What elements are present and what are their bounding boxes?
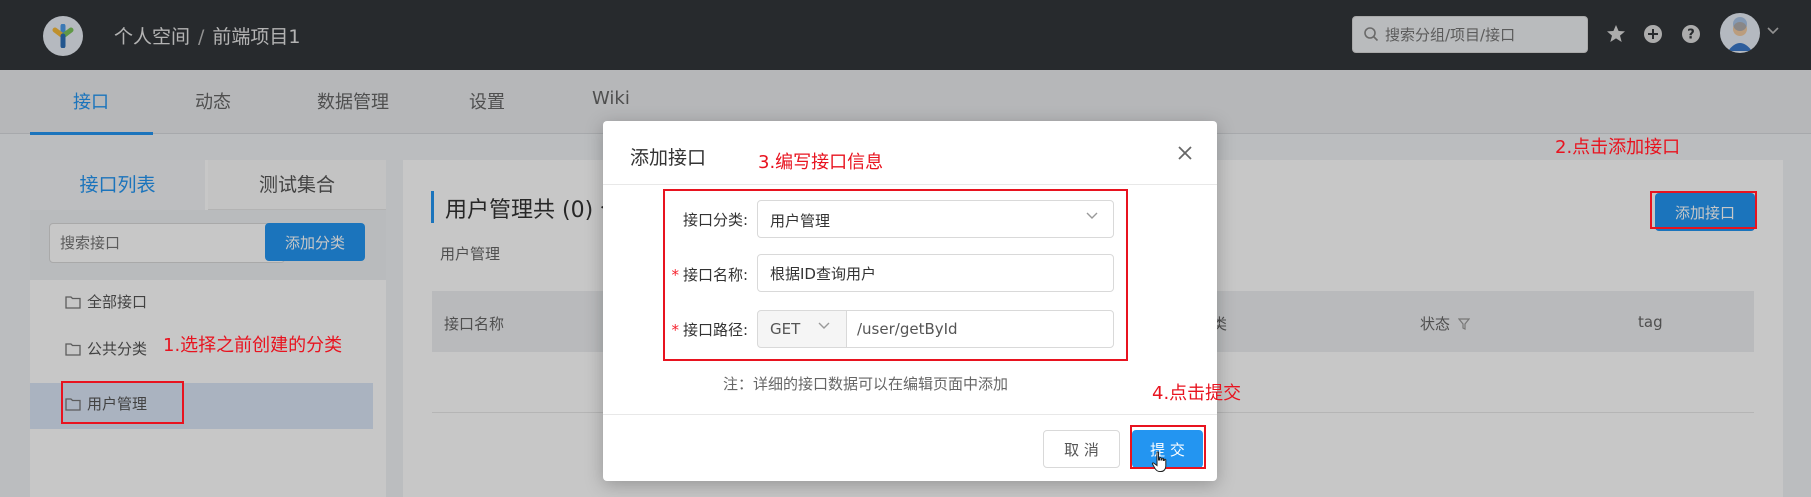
- annotation-step1: 1.选择之前创建的分类: [163, 335, 343, 356]
- annotation-step2: 2.点击添加接口: [1555, 137, 1681, 158]
- cancel-button[interactable]: 取 消: [1043, 430, 1120, 468]
- form-note: 注：详细的接口数据可以在编辑页面中添加: [723, 375, 1009, 393]
- close-icon[interactable]: [1174, 142, 1196, 164]
- modal-header-divider: [603, 184, 1217, 185]
- path-field-label-text: 接口路径:: [682, 321, 748, 339]
- required-mark: *: [671, 266, 679, 284]
- chevron-down-icon: [1086, 212, 1098, 219]
- category-field-label: 接口分类:: [682, 211, 748, 229]
- annotation-box-add-interface: [1650, 191, 1757, 229]
- modal-footer-divider: [603, 414, 1217, 415]
- category-select[interactable]: 用户管理: [757, 200, 1114, 238]
- modal-title: 添加接口: [630, 147, 707, 169]
- name-field-label-text: 接口名称:: [682, 266, 748, 284]
- interface-path-input[interactable]: [846, 310, 1114, 348]
- path-field-label: * 接口路径:: [648, 319, 748, 340]
- interface-name-input[interactable]: [757, 254, 1114, 292]
- chevron-down-icon: [818, 322, 830, 329]
- name-field-label: * 接口名称:: [648, 264, 748, 285]
- http-method-value: GET: [770, 320, 801, 338]
- http-method-select[interactable]: GET: [757, 310, 847, 348]
- required-mark: *: [671, 321, 679, 339]
- annotation-step3: 3.编写接口信息: [758, 152, 884, 173]
- annotation-box-category: [61, 381, 184, 424]
- category-select-value: 用户管理: [770, 212, 831, 230]
- hand-cursor-icon: [1151, 451, 1167, 472]
- app-root: 个人空间/前端项目1 ? 接口 动态 数据管理 设置 Wiki 接口列表 测试集…: [0, 0, 1811, 497]
- annotation-step4: 4.点击提交: [1152, 383, 1242, 404]
